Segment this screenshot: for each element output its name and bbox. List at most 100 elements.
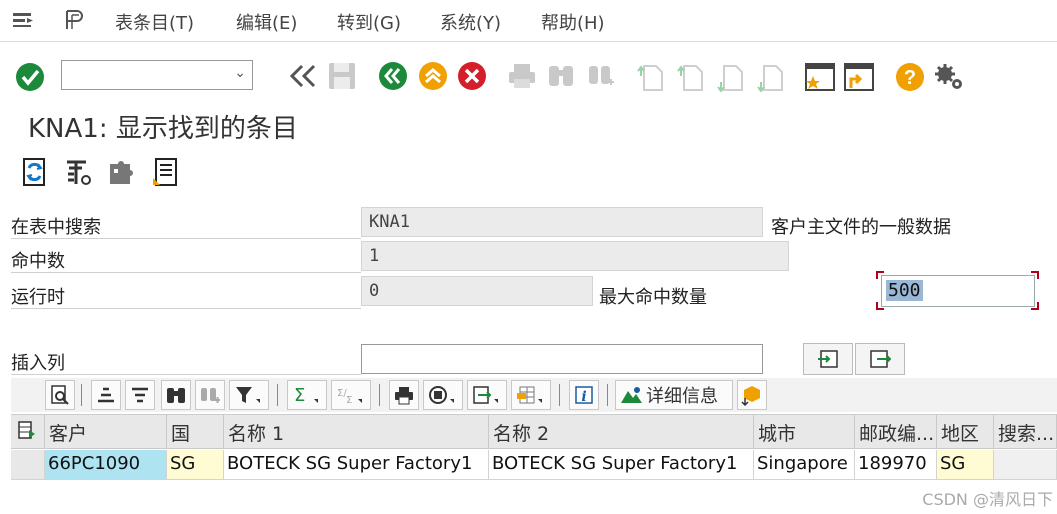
remove-column-icon (870, 350, 891, 368)
puzzle-icon[interactable] (106, 156, 136, 188)
details-view-button[interactable] (45, 380, 75, 410)
menu-item-help[interactable]: 帮助(H) (541, 9, 605, 35)
print-icon[interactable] (507, 62, 537, 90)
toolbar-separator (277, 384, 278, 406)
column-header[interactable]: 客户 (45, 415, 167, 449)
sort-ascending-icon (98, 387, 114, 403)
table-cell-search-term[interactable] (994, 450, 1057, 480)
column-header[interactable]: 城市 (754, 415, 855, 449)
toolbar-separator (559, 384, 560, 406)
column-header[interactable]: 名称 1 (224, 415, 489, 449)
sort-descending-button[interactable] (125, 380, 155, 410)
sort-hex-icon (741, 386, 760, 406)
info-button[interactable]: i (569, 380, 599, 410)
table-cell-city[interactable]: Singapore (754, 450, 855, 480)
search-table-label: 在表中搜索 (11, 217, 101, 238)
filter-icon (236, 387, 260, 403)
sort-ascending-button[interactable] (91, 380, 121, 410)
find-button[interactable] (161, 380, 191, 410)
focus-corner (876, 302, 884, 310)
table-cell-postal-code[interactable]: 189970 (855, 450, 937, 480)
menu-item-goto[interactable]: 转到(G) (337, 9, 401, 35)
menu-item-system[interactable]: 系统(Y) (440, 9, 501, 35)
max-hits-label: 最大命中数量 (599, 287, 707, 308)
sigma-icon: Σ (294, 385, 318, 405)
layout-button[interactable] (511, 380, 551, 410)
mountain-icon (621, 387, 642, 403)
sap-menu-icon[interactable] (12, 11, 34, 29)
chevron-down-icon[interactable]: ⌄ (234, 65, 246, 81)
sum-button[interactable]: Σ (287, 380, 327, 410)
refresh-icon[interactable] (20, 156, 50, 188)
insert-column-label: 插入列 (11, 353, 65, 374)
find-next-icon[interactable] (586, 62, 616, 90)
remove-column-button[interactable] (855, 343, 905, 375)
selection-criteria-icon[interactable] (64, 156, 94, 188)
last-page-icon[interactable] (756, 62, 786, 93)
details-button[interactable]: 详细信息 (615, 380, 733, 410)
help-icon[interactable]: ? (895, 62, 925, 92)
svg-text:Σ: Σ (294, 385, 305, 405)
focus-corner (876, 271, 884, 279)
save-icon[interactable] (327, 61, 357, 91)
insert-column-button[interactable] (803, 343, 853, 375)
max-hits-value[interactable]: 500 (886, 280, 923, 301)
binoculars-icon (167, 388, 185, 403)
back-icon[interactable] (378, 61, 408, 91)
page-title: KNA1: 显示找到的条目 (28, 114, 298, 144)
column-header[interactable]: 名称 2 (489, 415, 754, 449)
info-icon: i (575, 386, 593, 405)
exit-icon[interactable] (418, 61, 448, 91)
hits-field: 1 (361, 241, 789, 271)
previous-page-icon[interactable] (676, 62, 706, 92)
insert-column-input[interactable] (361, 344, 763, 374)
magnifier-document-icon (51, 385, 69, 405)
subtotal-icon: Σ/Σ (337, 388, 362, 405)
table-cell-name2[interactable]: BOTECK SG Super Factory1 (489, 450, 754, 480)
column-header[interactable]: 国 (167, 415, 224, 449)
menu-item-edit[interactable]: 编辑(E) (236, 9, 297, 35)
collapse-toolbar-icon[interactable] (288, 60, 318, 92)
table-cell-region[interactable]: SG (937, 450, 994, 480)
watermark: CSDN @清风日下 (922, 490, 1053, 509)
select-all-icon (18, 421, 35, 439)
max-hits-input[interactable]: 500 (881, 275, 1035, 307)
export-button[interactable] (467, 380, 507, 410)
sort-descending-icon (132, 387, 148, 403)
first-page-icon[interactable] (636, 62, 666, 92)
column-header[interactable]: 地区 (937, 415, 994, 449)
details-button-label: 详细信息 (646, 386, 718, 407)
subtotal-button[interactable]: Σ/Σ (331, 380, 371, 410)
create-session-icon[interactable] (804, 62, 836, 92)
layout-menu-icon[interactable] (64, 9, 88, 31)
hits-label: 命中数 (11, 251, 65, 272)
table-cell-customer[interactable]: 66PC1090 (45, 450, 167, 480)
shortcut-icon[interactable] (843, 62, 875, 92)
next-page-icon[interactable] (716, 62, 746, 93)
grid-select-all[interactable] (11, 415, 45, 449)
table-cell-name1[interactable]: BOTECK SG Super Factory1 (224, 450, 489, 480)
find-icon[interactable] (546, 62, 576, 90)
cancel-icon[interactable] (457, 61, 487, 91)
row-selector[interactable] (11, 450, 45, 480)
views-button[interactable] (423, 380, 463, 410)
print-preview-button[interactable] (389, 380, 419, 410)
menu-item-table-entry[interactable]: 表条目(T) (115, 9, 194, 35)
focus-corner (1031, 271, 1039, 279)
grid-toolbar: Σ Σ/Σ i 详细信息 (11, 378, 1057, 412)
column-header[interactable]: 邮政编... (855, 415, 937, 449)
sort-options-button[interactable] (737, 380, 767, 410)
settings-gear-icon[interactable] (933, 62, 965, 92)
runtime-label: 运行时 (11, 287, 65, 308)
runtime-field: 0 (361, 276, 593, 306)
column-header[interactable]: 搜索... (994, 415, 1057, 449)
command-field[interactable]: ⌄ (61, 60, 253, 90)
filter-button[interactable] (229, 380, 269, 410)
table-cell-country[interactable]: SG (167, 450, 224, 480)
svg-text:i: i (581, 389, 586, 405)
toolbar-separator (607, 384, 608, 406)
enter-check-icon[interactable] (14, 52, 46, 102)
document-icon[interactable] (150, 156, 180, 188)
binoculars-plus-icon (201, 388, 220, 403)
find-next-button[interactable] (195, 380, 225, 410)
